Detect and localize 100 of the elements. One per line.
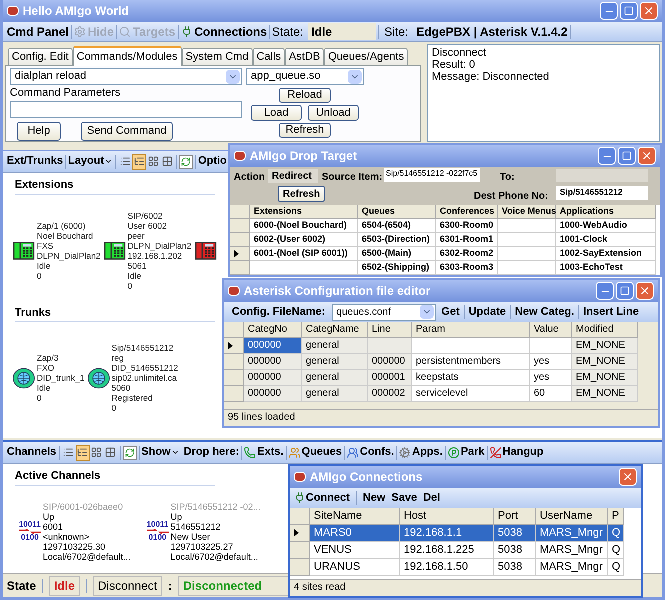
device-item[interactable]: Zap/1 (6000) Noel Bouchard FXS DLPN_DialPlan2 Idle 0 — [13, 220, 101, 280]
column-header[interactable]: Conferences — [436, 205, 498, 219]
table-cell: Q — [608, 542, 624, 559]
device-item[interactable]: Zap/3 FXO DID_trunk_1 Idle 0 — [13, 353, 85, 403]
toolbar-button[interactable]: Hangup — [490, 444, 544, 461]
table-cell: 5038 — [494, 542, 536, 559]
table-cell: 1002-SayExtension — [556, 247, 656, 261]
toolbar-button[interactable]: Exts. — [244, 444, 284, 461]
table-cell: general — [302, 354, 368, 370]
device-detail: reg — [112, 353, 126, 363]
device-detail: 5060 — [112, 383, 132, 393]
close-button[interactable] — [640, 2, 658, 20]
toolbar-button[interactable]: Confs. — [347, 444, 394, 461]
push-button[interactable]: Load — [251, 105, 302, 121]
column-header[interactable]: P — [608, 508, 624, 525]
table-cell: 6504-(6504) — [358, 219, 436, 233]
channel-detail: <unknown> — [43, 532, 91, 542]
options-menu[interactable]: Optio — [198, 153, 228, 170]
toolbar-button[interactable]: Del — [423, 490, 440, 506]
dropdown-field[interactable]: queues.conf — [332, 304, 436, 320]
channel-item[interactable]: 10011 0100 SIP/5146551212 -02... Up 5146551212 New User 1297103225.27 Local/6702@default... — [146, 502, 261, 562]
push-button[interactable]: Help — [17, 122, 61, 141]
device-detail: Zap/3 — [37, 353, 60, 363]
site-name: EdgePBX | Asterisk V.1.4.2 — [416, 24, 568, 40]
column-header[interactable]: Line — [368, 322, 412, 338]
toolbar-button[interactable]: Connect — [294, 490, 350, 506]
device-item[interactable]: SIP/6002 User 6002 peer DLPN_DialPlan2 192.168.1.202 5061 Idle 0 — [104, 210, 192, 290]
parameters-field[interactable] — [10, 101, 242, 118]
device-item[interactable] — [194, 240, 217, 260]
channel-detail: Up — [43, 512, 56, 522]
push-button[interactable]: Reload — [279, 88, 331, 103]
toolbar-button[interactable]: Update — [468, 304, 506, 320]
push-button[interactable]: Unload — [308, 105, 359, 121]
table-cell: persistentmembers — [412, 354, 530, 370]
channel-item[interactable]: 10011 0100 SIP/6001-026baee0 Up 6001 <unknown> 1297103225.30 Local/6702@default... — [19, 502, 131, 562]
channel-detail: Local/6702@default... — [43, 552, 131, 562]
close-button[interactable] — [636, 282, 654, 300]
dropdown-field[interactable]: app_queue.so — [246, 68, 364, 85]
dropdown-field[interactable]: dialplan reload — [10, 68, 242, 85]
close-button[interactable] — [619, 468, 637, 486]
table-cell: MARS_Mngr — [536, 542, 608, 559]
close-button[interactable] — [638, 147, 656, 165]
maximize-button[interactable] — [616, 282, 634, 300]
tab[interactable]: Commands/Modules — [72, 46, 182, 66]
column-header[interactable]: Value — [530, 322, 572, 338]
push-button[interactable]: Send Command — [81, 122, 173, 141]
column-header[interactable]: Modified — [572, 322, 638, 338]
show-menu[interactable]: Show — [142, 444, 180, 461]
toolbar-button[interactable]: Apps. — [399, 444, 443, 461]
toolbar-button[interactable]: Connections — [180, 22, 268, 40]
device-item[interactable]: Sip/5146551212 reg DID_5146551212 sip02.unlimitel.ca 5060 Registered 0 — [88, 343, 178, 413]
toolbar-button[interactable]: Save — [392, 490, 418, 506]
site-label: Site: — [384, 24, 409, 40]
minimize-button[interactable] — [598, 147, 616, 165]
table-cell: URANUS — [310, 559, 400, 576]
column-header[interactable]: CategName — [302, 322, 368, 338]
row-selector[interactable] — [290, 525, 310, 542]
table-cell: 000001 — [368, 370, 412, 386]
maximize-button[interactable] — [620, 2, 638, 20]
status-text: 4 sites read — [290, 579, 641, 596]
column-header[interactable]: Host — [400, 508, 494, 525]
tab[interactable]: Calls — [252, 48, 286, 65]
globe-phone-icon — [13, 368, 35, 388]
tab[interactable]: Config. Edit — [8, 48, 73, 65]
column-header[interactable]: Param — [412, 322, 530, 338]
column-header[interactable]: Port — [494, 508, 536, 525]
row-selector[interactable] — [224, 338, 244, 354]
refresh-button[interactable] — [122, 446, 137, 460]
toolbar-button[interactable]: Park — [448, 444, 485, 461]
toolbar-button[interactable]: Queues — [288, 444, 342, 461]
drop-label: Drop here: — [184, 445, 240, 460]
push-button[interactable]: Refresh — [279, 123, 331, 138]
column-header[interactable]: Queues — [358, 205, 436, 219]
tab[interactable]: AstDB — [285, 48, 324, 65]
column-header[interactable]: SiteName — [310, 508, 400, 525]
view-mode-button[interactable] — [132, 154, 146, 170]
view-mode-button[interactable] — [76, 444, 90, 460]
column-header[interactable]: Applications — [556, 205, 656, 219]
tab[interactable]: Queues/Agents — [324, 48, 408, 65]
column-header[interactable]: UserName — [536, 508, 608, 525]
column-header[interactable]: CategNo — [244, 322, 302, 338]
toolbar-button[interactable]: Insert Line — [583, 304, 640, 320]
row-selector[interactable] — [230, 247, 250, 261]
toolbar-button[interactable]: New Categ. — [515, 304, 574, 320]
tab[interactable]: System Cmd — [182, 48, 253, 65]
minimize-button[interactable] — [600, 2, 618, 20]
refresh-button[interactable]: Refresh — [278, 186, 326, 202]
minimize-button[interactable] — [596, 282, 614, 300]
connect-icon — [294, 492, 306, 504]
column-header[interactable]: Extensions — [250, 205, 358, 219]
toolbar-button[interactable]: Get — [442, 304, 460, 320]
table-cell: 000000 — [244, 370, 302, 386]
toolbar-button[interactable]: New — [363, 490, 386, 506]
refresh-button[interactable] — [179, 154, 194, 168]
column-header[interactable]: Voice Menus — [498, 205, 556, 219]
device-detail: FXO — [37, 363, 56, 373]
layout-menu[interactable]: Layout — [68, 153, 114, 170]
maximize-button[interactable] — [618, 147, 636, 165]
table-cell: MARS_Mngr — [536, 559, 608, 576]
table-cell: 5038 — [494, 525, 536, 542]
